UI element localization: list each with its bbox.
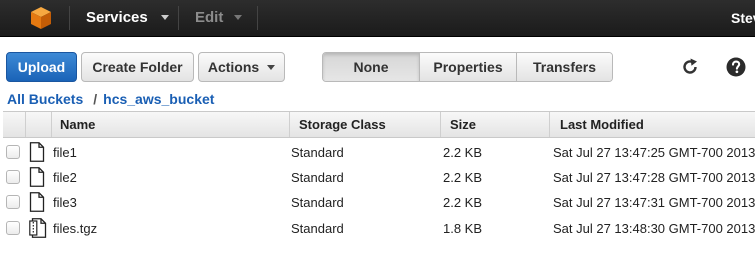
table-row[interactable]: files.tgz Standard 1.8 KB Sat Jul 27 13:…	[0, 216, 755, 241]
file-name[interactable]: file2	[53, 165, 77, 190]
aws-logo-icon[interactable]	[30, 6, 52, 30]
user-menu[interactable]: Steve	[731, 0, 755, 36]
column-header-storage-class[interactable]: Storage Class	[299, 112, 386, 137]
storage-class: Standard	[291, 195, 344, 210]
file-name[interactable]: file1	[53, 140, 77, 165]
breadcrumb-all-buckets[interactable]: All Buckets	[7, 91, 83, 107]
last-modified: Sat Jul 27 13:47:25 GMT-700 2013	[553, 145, 755, 160]
tab-properties[interactable]: Properties	[420, 53, 517, 81]
services-menu[interactable]: Services	[86, 0, 148, 36]
table-header: Name Storage Class Size Last Modified	[3, 111, 755, 138]
breadcrumb: All Buckets / hcs_aws_bucket	[7, 90, 214, 108]
breadcrumb-bucket[interactable]: hcs_aws_bucket	[103, 91, 214, 107]
column-header-size[interactable]: Size	[450, 112, 476, 137]
column-divider	[440, 112, 441, 137]
row-checkbox[interactable]	[6, 145, 20, 159]
table-row[interactable]: file3 Standard 2.2 KB Sat Jul 27 13:47:3…	[0, 190, 755, 215]
nav-divider	[69, 6, 70, 30]
actions-dropdown[interactable]: Actions	[198, 52, 285, 82]
last-modified: Sat Jul 27 13:48:30 GMT-700 2013	[553, 221, 755, 236]
file-icon	[29, 142, 45, 162]
column-divider	[51, 112, 52, 137]
help-button[interactable]	[725, 56, 747, 78]
column-divider	[549, 112, 550, 137]
last-modified: Sat Jul 27 13:47:28 GMT-700 2013	[553, 170, 755, 185]
storage-class: Standard	[291, 145, 344, 160]
actions-label: Actions	[207, 59, 260, 75]
row-checkbox[interactable]	[6, 170, 20, 184]
nav-divider	[257, 6, 258, 30]
edit-menu[interactable]: Edit	[195, 0, 223, 36]
last-modified: Sat Jul 27 13:47:31 GMT-700 2013	[553, 195, 755, 210]
services-chevron-down-icon[interactable]	[161, 15, 169, 20]
column-header-last-modified[interactable]: Last Modified	[560, 112, 644, 137]
file-size: 2.2 KB	[443, 170, 483, 185]
help-icon	[726, 57, 746, 77]
file-name[interactable]: files.tgz	[53, 216, 97, 241]
storage-class: Standard	[291, 170, 344, 185]
column-divider	[289, 112, 290, 137]
file-icon	[29, 167, 45, 187]
nav-divider	[178, 6, 179, 30]
file-name[interactable]: file3	[53, 190, 77, 215]
chevron-down-icon	[267, 64, 276, 70]
tab-none[interactable]: None	[323, 53, 420, 81]
edit-chevron-down-icon[interactable]	[234, 15, 242, 20]
column-divider	[25, 112, 26, 137]
storage-class: Standard	[291, 221, 344, 236]
refresh-icon	[683, 58, 697, 74]
create-folder-button[interactable]: Create Folder	[81, 52, 194, 82]
archive-file-icon	[29, 218, 47, 238]
upload-button[interactable]: Upload	[6, 52, 77, 82]
table-row[interactable]: file2 Standard 2.2 KB Sat Jul 27 13:47:2…	[0, 165, 755, 190]
row-checkbox[interactable]	[6, 195, 20, 209]
top-navigation-bar: Services Edit Steve	[0, 0, 755, 37]
breadcrumb-separator: /	[93, 91, 98, 107]
file-size: 2.2 KB	[443, 145, 483, 160]
file-size: 2.2 KB	[443, 195, 483, 210]
file-size: 1.8 KB	[443, 221, 483, 236]
view-toggle-group: None Properties Transfers	[322, 52, 613, 82]
row-checkbox[interactable]	[6, 221, 20, 235]
refresh-button[interactable]	[679, 56, 701, 78]
table-row[interactable]: file1 Standard 2.2 KB Sat Jul 27 13:47:2…	[0, 140, 755, 165]
column-header-name[interactable]: Name	[60, 112, 95, 137]
file-icon	[29, 192, 45, 212]
tab-transfers[interactable]: Transfers	[517, 53, 612, 81]
